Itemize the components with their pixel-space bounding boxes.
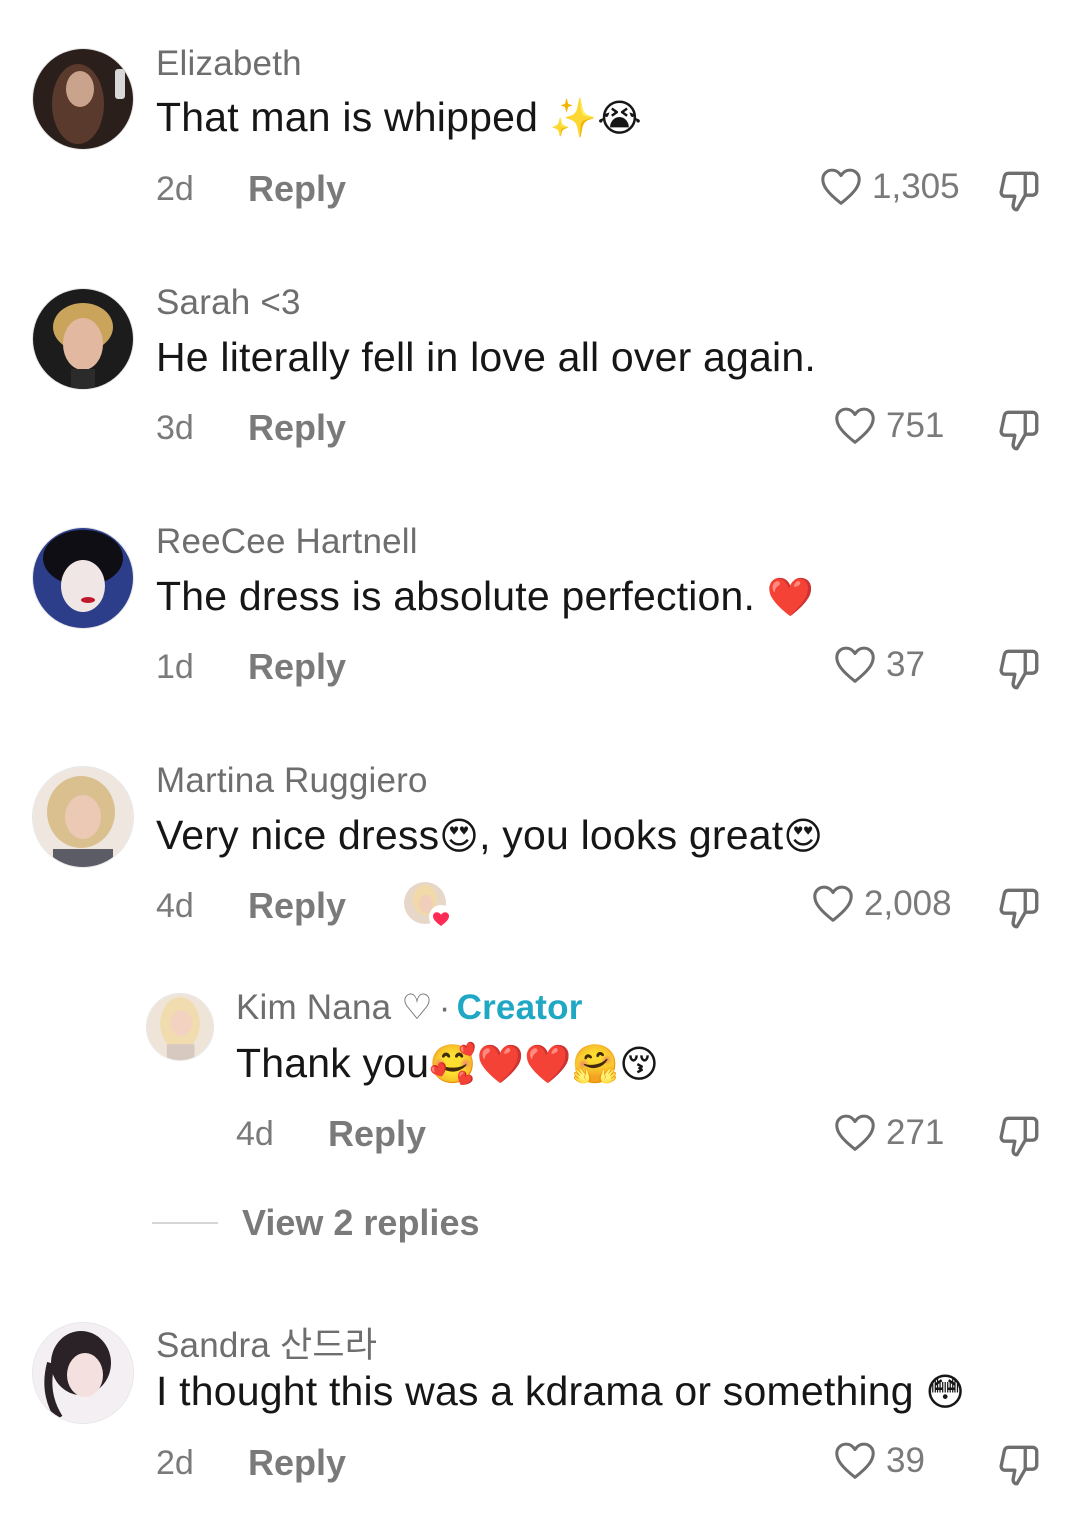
comment-text-body: Very nice dress [156,812,440,858]
dislike-button[interactable] [994,1440,1044,1490]
comment-emoji: 😍 [783,814,824,858]
avatar[interactable] [32,766,134,868]
comment-text-body: That man is whipped [156,94,550,140]
heart-outline-icon [813,885,853,922]
comment-text: He literally fell in love all over again… [156,334,816,380]
comment-username[interactable]: ReeCee Hartnell [156,522,418,562]
comments-page: Elizabeth That man is whipped ✨😭 2d Repl… [0,0,1080,1518]
comment-text: Very nice dress😍, you looks great😍 [156,812,823,859]
dislike-button[interactable] [994,883,1044,933]
reply-button[interactable]: Reply [248,1442,346,1484]
view-replies-button[interactable]: View 2 replies [152,1202,479,1244]
like-count: 37 [886,645,925,684]
reply-button[interactable]: Reply [328,1113,426,1155]
avatar-image [33,1323,133,1423]
comment-username[interactable]: Martina Ruggiero [156,761,428,801]
avatar[interactable] [32,1322,134,1424]
thumbs-down-outline-icon [999,171,1039,212]
creator-liked-badge [402,880,454,932]
comment-username[interactable]: Sandra 산드라 [156,1317,377,1368]
like-count: 751 [886,406,945,445]
reply-text: Thank you🥰❤️❤️🤗😚 [236,1040,659,1087]
reply-button[interactable]: Reply [248,168,346,210]
like-button[interactable]: 751 [832,403,944,449]
dislike-button[interactable] [994,644,1044,694]
heart-outline-icon [835,646,875,683]
heart-outline-icon [821,168,861,205]
view-replies-label: View 2 replies [242,1202,480,1243]
reply-text-body: Thank you [236,1040,430,1086]
comment-timestamp: 3d [156,409,194,447]
comment-emoji: ✨😭 [549,96,642,140]
reply-button[interactable]: Reply [248,646,346,688]
thumbs-down-outline-icon [999,888,1039,929]
like-count: 39 [886,1441,925,1480]
view-replies-divider [152,1222,218,1224]
like-button[interactable]: 37 [832,642,925,688]
comment-text: I thought this was a kdrama or something… [156,1368,965,1415]
like-count: 2,008 [864,884,952,923]
comment-username[interactable]: Sarah <3 [156,283,301,323]
creator-label: Creator [456,988,583,1027]
avatar-image [33,49,133,149]
like-button[interactable]: 39 [832,1438,925,1484]
reply-username-text: Kim Nana ♡ [236,988,433,1027]
dislike-button[interactable] [994,166,1044,216]
thumbs-down-outline-icon [999,649,1039,690]
thumbs-down-outline-icon [999,1116,1039,1157]
dislike-button[interactable] [994,1111,1044,1161]
like-count: 1,305 [872,167,960,206]
like-button[interactable]: 271 [832,1110,944,1156]
separator-dot: · [438,988,451,1027]
avatar-image [33,289,133,389]
heart-outline-icon [835,1442,875,1479]
creator-liked-heart-badge [404,882,453,929]
heart-outline-icon [835,407,875,444]
thumbs-down-outline-icon [999,1445,1039,1486]
comment-username[interactable]: Elizabeth [156,44,302,84]
reply-button[interactable]: Reply [248,407,346,449]
comment-emoji: 😍 [439,814,480,858]
dislike-button[interactable] [994,405,1044,455]
like-button[interactable]: 2,008 [810,881,952,927]
avatar[interactable] [32,288,134,390]
comment-timestamp: 4d [156,887,194,925]
avatar[interactable] [146,993,214,1061]
avatar[interactable] [32,527,134,629]
reply-timestamp: 4d [236,1115,274,1153]
avatar[interactable] [32,48,134,150]
comment-text-body: , you looks great [479,812,784,858]
comment-text: The dress is absolute perfection. ❤️ [156,573,814,620]
reply-emoji: 🥰❤️❤️🤗😚 [429,1042,660,1086]
reply-username[interactable]: Kim Nana ♡ · Creator [236,988,583,1028]
thumbs-down-outline-icon [999,410,1039,451]
comment-emoji: ❤️ [766,575,815,619]
avatar-image [33,767,133,867]
reply-button[interactable]: Reply [248,885,346,927]
avatar-image [33,528,133,628]
comment-timestamp: 2d [156,170,194,208]
comment-timestamp: 1d [156,648,194,686]
comment-text-body: I thought this was a kdrama or something [156,1368,926,1414]
heart-outline-icon [835,1114,875,1151]
comment-timestamp: 2d [156,1444,194,1482]
comment-text: That man is whipped ✨😭 [156,94,642,141]
comment-text-body: The dress is absolute perfection. [156,573,767,619]
like-count: 271 [886,1113,945,1152]
avatar-image [147,994,213,1060]
comment-emoji: 😳 [925,1370,966,1414]
like-button[interactable]: 1,305 [818,164,960,210]
